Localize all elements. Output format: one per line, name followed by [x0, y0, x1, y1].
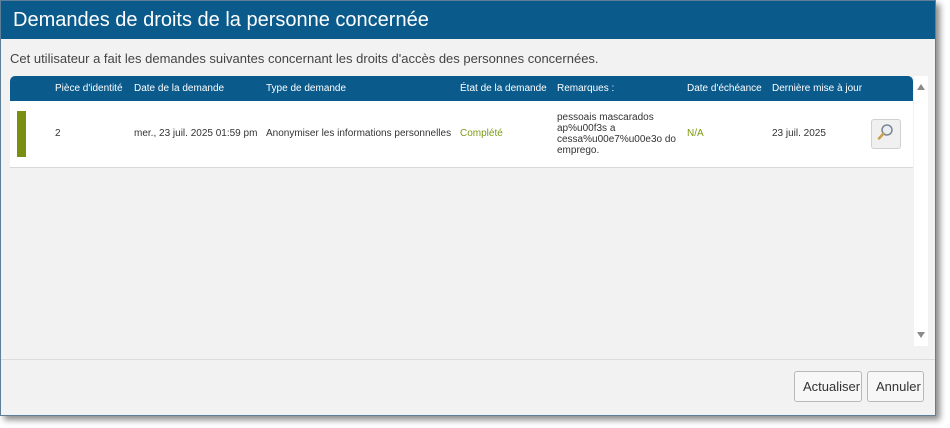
- column-header-request-date[interactable]: Date de la demande: [134, 83, 224, 94]
- scroll-down-icon[interactable]: [917, 332, 925, 338]
- cell-due-date: N/A: [687, 128, 704, 139]
- status-indicator: [17, 111, 26, 157]
- column-header-status[interactable]: État de la demande: [460, 83, 547, 94]
- grid-scrollbar[interactable]: [914, 76, 928, 346]
- dialog-description: Cet utilisateur a fait les demandes suiv…: [10, 51, 599, 66]
- cancel-button[interactable]: Annuler: [867, 371, 924, 402]
- requests-grid: Pièce d'identité Date de la demande Type…: [10, 76, 913, 346]
- column-header-last-updated[interactable]: Dernière mise à jour: [772, 83, 862, 94]
- scroll-up-icon[interactable]: [917, 84, 925, 90]
- cell-request-date: mer., 23 juil. 2025 01:59 pm: [134, 128, 258, 139]
- requests-grid-container: Pièce d'identité Date de la demande Type…: [10, 76, 928, 346]
- cell-status: Complété: [460, 128, 503, 139]
- refresh-button[interactable]: Actualiser: [794, 371, 862, 402]
- column-header-request-type[interactable]: Type de demande: [266, 83, 346, 94]
- dialog-title: Demandes de droits de la personne concer…: [13, 8, 429, 31]
- cell-remarks: pessoais mascarados ap%u00f3s a cessa%u0…: [557, 112, 676, 156]
- view-details-button[interactable]: [871, 119, 901, 149]
- column-header-remarks[interactable]: Remarques :: [557, 83, 614, 94]
- magnifier-icon: [877, 123, 895, 146]
- dialog-titlebar: Demandes de droits de la personne concer…: [1, 1, 935, 39]
- cell-request-type: Anonymiser les informations personnelles: [266, 128, 452, 139]
- cell-id: 2: [55, 128, 61, 139]
- grid-header: Pièce d'identité Date de la demande Type…: [10, 76, 913, 101]
- column-header-id[interactable]: Pièce d'identité: [55, 83, 123, 94]
- table-row[interactable]: 2 mer., 23 juil. 2025 01:59 pm Anonymise…: [10, 101, 913, 168]
- dsr-dialog: Demandes de droits de la personne concer…: [0, 0, 936, 416]
- column-header-due-date[interactable]: Date d'échéance: [687, 83, 762, 94]
- footer-divider: [1, 359, 935, 360]
- cell-last-updated: 23 juil. 2025: [772, 128, 826, 139]
